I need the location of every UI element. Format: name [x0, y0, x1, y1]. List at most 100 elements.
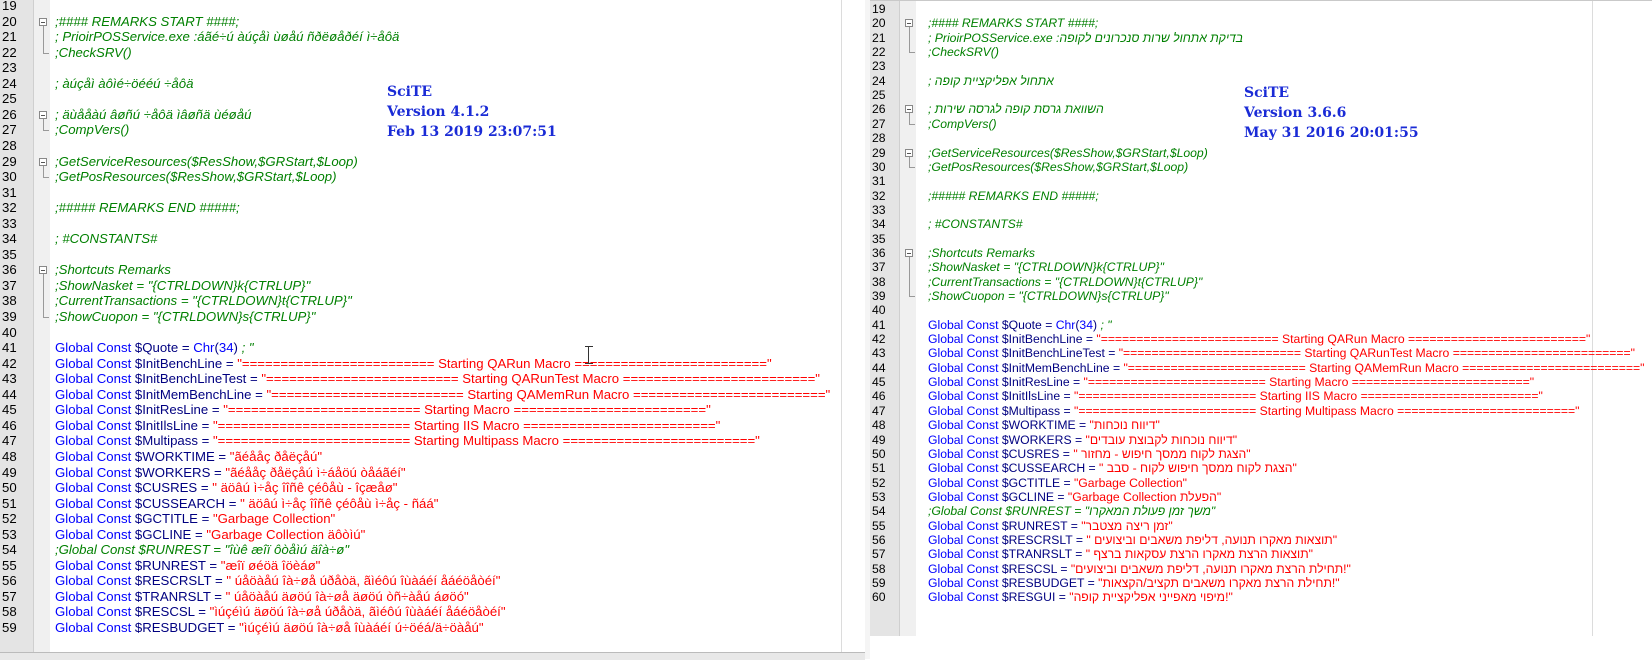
code-text[interactable]: Global Const $Multipass = "=============… — [55, 433, 760, 449]
code-line[interactable]: 43 Global Const $InitBenchLineTest = "===… — [0, 371, 865, 387]
code-text[interactable]: Global Const $RESBUDGET = "תחילת הרצת מא… — [928, 576, 1340, 590]
code-line[interactable]: 44 Global Const $InitMemBenchLine = "====… — [0, 387, 865, 403]
code-line[interactable]: 19 — [0, 0, 865, 14]
code-text[interactable]: ;ShowNasket = "{CTRLDOWN}k{CTRLUP}" — [928, 260, 1164, 274]
code-text[interactable]: ;GetServiceResources($ResShow,$GRStart,$… — [55, 154, 358, 170]
code-text[interactable]: ; #CONSTANTS# — [928, 217, 1023, 231]
code-line[interactable]: 59 Global Const $RESBUDGET = "ìúçéìú äøöú… — [0, 620, 865, 636]
code-line[interactable]: 40 — [870, 303, 1652, 317]
code-line[interactable]: 20 ;#### REMARKS START ####; — [0, 14, 865, 30]
code-line[interactable]: 30 ;GetPosResources($ResShow,$GRStart,$Lo… — [870, 159, 1652, 174]
code-text[interactable]: ;#### REMARKS START ####; — [928, 16, 1098, 30]
code-line[interactable]: 54 ;Global Const $RUNREST = "îùê æîï ôòåì… — [0, 542, 865, 558]
code-text[interactable]: ;##### REMARKS END #####; — [928, 189, 1099, 203]
code-text[interactable]: Global Const $RUNREST = "זמן ריצה מצטבר" — [928, 519, 1173, 533]
code-line[interactable]: 59 Global Const $RESBUDGET = "תחילת הרצת … — [870, 576, 1652, 590]
code-line[interactable]: 37 ;ShowNasket = "{CTRLDOWN}k{CTRLUP}" — [0, 277, 865, 294]
fold-toggle-icon[interactable] — [39, 266, 47, 275]
code-line[interactable]: 31 — [870, 174, 1652, 188]
fold-toggle-icon[interactable] — [905, 248, 913, 257]
code-line[interactable]: 23 — [870, 59, 1652, 73]
code-line[interactable]: 48 Global Const $WORKTIME = "ãéååç ðåëçåú… — [0, 449, 865, 465]
code-text[interactable]: ;CheckSRV() — [928, 45, 999, 59]
code-text[interactable]: ;##### REMARKS END #####; — [55, 200, 240, 216]
code-line[interactable]: 43 Global Const $InitBenchLineTest = "===… — [870, 346, 1652, 360]
code-line[interactable]: 47 Global Const $Multipass = "===========… — [0, 433, 865, 449]
code-line[interactable]: 55 Global Const $RUNREST = "זמן ריצה מצטב… — [870, 519, 1652, 533]
code-text[interactable]: Global Const $InitIlsLine = "===========… — [55, 418, 720, 434]
code-text[interactable]: ;GetPosResources($ResShow,$GRStart,$Loop… — [928, 160, 1188, 174]
code-text[interactable]: ; PrioirPOSService.exe :בדיקת אתחול שרות… — [928, 31, 1243, 45]
code-line[interactable]: 40 — [0, 325, 865, 341]
code-text[interactable]: ;Global Const $RUNREST = "משך זמן פעולת … — [928, 504, 1215, 518]
code-line[interactable]: 54 ;Global Const $RUNREST = "משך זמן פעול… — [870, 504, 1652, 518]
code-line[interactable]: 57 Global Const $TRANRSLT = " úåöàåú äøöú… — [0, 589, 865, 605]
code-text[interactable]: Global Const $InitBenchLineTest = "=====… — [928, 346, 1635, 360]
code-line[interactable]: 46 Global Const $InitIlsLine = "=========… — [0, 418, 865, 434]
code-line[interactable]: 29 ;GetServiceResources($ResShow,$GRStart… — [870, 146, 1652, 160]
code-line[interactable]: 41 Global Const $Quote = Chr(34) ; " — [870, 318, 1652, 332]
code-line[interactable]: 32 ;##### REMARKS END #####; — [870, 189, 1652, 203]
code-line[interactable]: 51 Global Const $CUSSEARCH = " הצגת לקוח … — [870, 461, 1652, 475]
code-line[interactable]: 38 ;CurrentTransactions = "{CTRLDOWN}t{CT… — [0, 293, 865, 309]
fold-toggle-icon[interactable] — [905, 148, 913, 157]
code-line[interactable]: 42 Global Const $InitBenchLine = "=======… — [870, 332, 1652, 346]
code-text[interactable]: ;CompVers() — [928, 117, 997, 131]
code-text[interactable]: ; äùååàú âøñú ÷åôä ìâøñä ùéøåú — [55, 107, 251, 123]
code-text[interactable]: Global Const $InitMemBenchLine = "======… — [928, 361, 1644, 375]
code-text[interactable]: Global Const $TRANRSLT = " úåöàåú äøöú î… — [55, 589, 469, 605]
code-text[interactable]: ;CompVers() — [55, 122, 129, 138]
code-text[interactable]: ;Shortcuts Remarks — [928, 246, 1035, 260]
code-line[interactable]: 48 Global Const $WORKTIME = "דיווח נוכחות… — [870, 418, 1652, 432]
code-text[interactable]: ;#### REMARKS START ####; — [55, 14, 239, 30]
code-line[interactable]: 22 ;CheckSRV() — [870, 45, 1652, 59]
code-line[interactable]: 60 Global Const $RESGUI = "מיפוי מאפייני … — [870, 590, 1652, 604]
code-text[interactable]: ;GetServiceResources($ResShow,$GRStart,$… — [928, 146, 1208, 160]
fold-toggle-icon[interactable] — [39, 17, 47, 26]
code-text[interactable]: Global Const $RESCRSLT = " úåöàåú îà÷øå … — [55, 573, 500, 589]
code-text[interactable]: Global Const $InitMemBenchLine = "======… — [55, 387, 830, 403]
code-text[interactable]: Global Const $InitBenchLine = "=========… — [928, 332, 1590, 346]
code-text[interactable]: ;ShowCuopon = "{CTRLDOWN}s{CTRLUP}" — [55, 309, 315, 325]
code-text[interactable]: Global Const $InitBenchLineTest = "=====… — [55, 371, 820, 387]
code-text[interactable]: Global Const $InitBenchLine = "=========… — [55, 356, 772, 372]
code-line[interactable]: 50 Global Const $CUSRES = " הצגת לקוח ממס… — [870, 447, 1652, 461]
code-text[interactable]: Global Const $RESGUI = "מיפוי מאפייני אפ… — [928, 590, 1233, 604]
code-text[interactable]: Global Const $RESCRSLT = " תוצאות מאקרו … — [928, 533, 1337, 547]
fold-toggle-icon[interactable] — [39, 110, 47, 119]
code-line[interactable]: 53 Global Const $GCLINE = "Garbage Collec… — [0, 527, 865, 543]
code-text[interactable]: ;Global Const $RUNREST = "îùê æîï ôòåìú … — [55, 542, 349, 558]
code-line[interactable]: 36 ;Shortcuts Remarks — [0, 262, 865, 278]
code-line[interactable]: 38 ;CurrentTransactions = "{CTRLDOWN}t{CT… — [870, 274, 1652, 289]
code-line[interactable]: 41 Global Const $Quote = Chr(34) ; " — [0, 340, 865, 356]
code-line[interactable]: 46 Global Const $InitIlsLine = "=========… — [870, 389, 1652, 403]
code-line[interactable]: 30 ;GetPosResources($ResShow,$GRStart,$Lo… — [0, 169, 865, 185]
code-line[interactable]: 34 ; #CONSTANTS# — [870, 217, 1652, 231]
code-text[interactable]: Global Const $GCTITLE = "Garbage Collect… — [55, 511, 335, 527]
code-line[interactable]: 45 Global Const $InitResLine = "=========… — [0, 402, 865, 418]
code-line[interactable]: 33 — [870, 203, 1652, 217]
left-editor-pane[interactable]: 19 20 ;#### REMARKS START ####; 21 ; PrioirP… — [0, 0, 865, 652]
code-line[interactable]: 31 — [0, 185, 865, 201]
code-line[interactable]: 21 ; PrioirPOSService.exe :áãé÷ú àúçåì ùø… — [0, 29, 865, 45]
code-text[interactable]: Global Const $Multipass = "=============… — [928, 404, 1579, 418]
code-line[interactable]: 55 Global Const $RUNREST = "æîï øéöä îöèá… — [0, 558, 865, 574]
code-line[interactable]: 36 ;Shortcuts Remarks — [870, 246, 1652, 261]
code-line[interactable]: 33 — [0, 216, 865, 232]
code-line[interactable]: 42 Global Const $InitBenchLine = "=======… — [0, 356, 865, 372]
code-line[interactable]: 35 — [870, 232, 1652, 246]
code-line[interactable]: 52 Global Const $GCTITLE = "Garbage Colle… — [0, 511, 865, 527]
code-text[interactable]: Global Const $InitResLine = "===========… — [55, 402, 711, 418]
code-line[interactable]: 58 Global Const $RESCSL = "ìúçéìú äøöú îà… — [0, 604, 865, 620]
fold-toggle-icon[interactable] — [905, 19, 913, 28]
code-text[interactable]: ; #CONSTANTS# — [55, 231, 157, 247]
code-line[interactable]: 49 Global Const $WORKERS = "דיווח נוכחות … — [870, 433, 1652, 447]
fold-toggle-icon[interactable] — [905, 105, 913, 114]
code-line[interactable]: 21 ; PrioirPOSService.exe :בדיקת אתחול שר… — [870, 30, 1652, 46]
code-text[interactable]: ;GetPosResources($ResShow,$GRStart,$Loop… — [55, 169, 336, 185]
fold-toggle-icon[interactable] — [39, 157, 47, 166]
code-line[interactable]: 47 Global Const $Multipass = "===========… — [870, 404, 1652, 418]
code-text[interactable]: Global Const $GCTITLE = "Garbage Collect… — [928, 476, 1187, 490]
code-text[interactable]: Global Const $TRANRSLT = " תוצאות הרצת מ… — [928, 547, 1313, 561]
code-line[interactable]: 56 Global Const $RESCRSLT = " תוצאות מאקר… — [870, 533, 1652, 547]
